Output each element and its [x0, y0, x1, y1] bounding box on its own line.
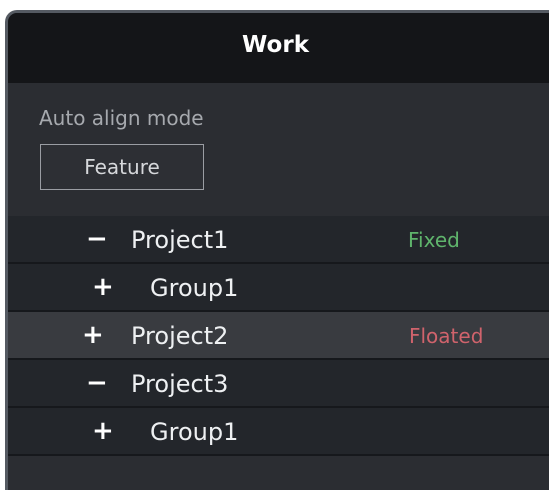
tree-row-label: Group1: [150, 418, 239, 446]
collapse-icon[interactable]: −: [86, 224, 108, 254]
collapse-icon[interactable]: −: [86, 368, 108, 398]
expand-icon[interactable]: +: [92, 272, 114, 302]
tree-row-label: Group1: [150, 274, 239, 302]
tree-row-project2[interactable]: + Project2 Floated: [8, 312, 549, 360]
status-fixed: Fixed: [408, 228, 460, 252]
tree-row-group1[interactable]: + Group1: [8, 408, 549, 456]
panel-header: Work: [8, 13, 549, 83]
feature-button[interactable]: Feature: [40, 144, 204, 190]
tree-row-label: Project1: [131, 226, 229, 254]
tree-row-label: Project2: [131, 322, 229, 350]
expand-icon[interactable]: +: [92, 416, 114, 446]
work-panel: Work Auto align mode Feature − Project1 …: [5, 10, 549, 490]
panel-title: Work: [242, 32, 309, 58]
status-floated: Floated: [409, 324, 484, 348]
auto-align-mode-label: Auto align mode: [39, 106, 204, 130]
project-tree: − Project1 Fixed + Group1 + Project2 Flo…: [8, 216, 549, 456]
tree-row-project3[interactable]: − Project3: [8, 360, 549, 408]
tree-row-project1[interactable]: − Project1 Fixed: [8, 216, 549, 264]
expand-icon[interactable]: +: [82, 320, 104, 350]
tree-row-label: Project3: [131, 370, 229, 398]
tree-row-group1[interactable]: + Group1: [8, 264, 549, 312]
